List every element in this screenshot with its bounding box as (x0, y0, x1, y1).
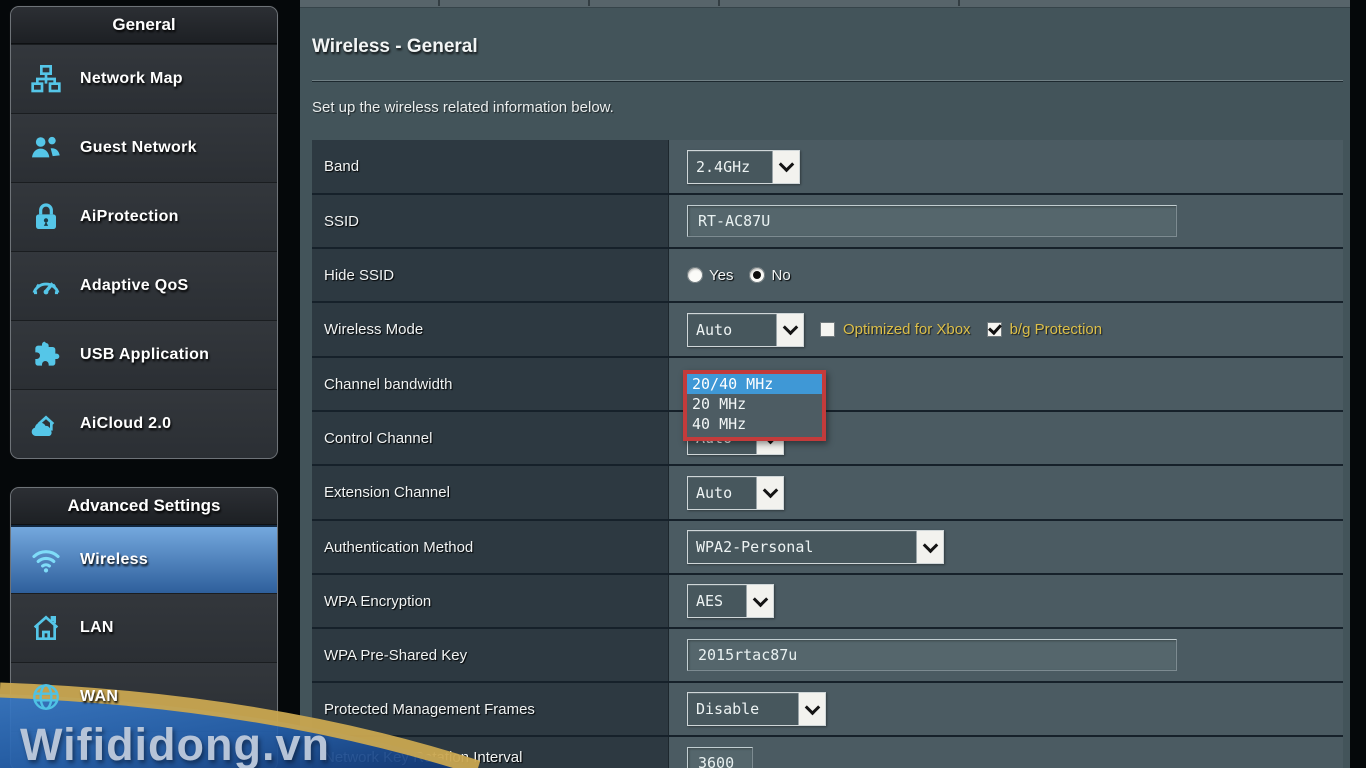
sidebar-item-guest-network[interactable]: Guest Network (11, 113, 277, 182)
sidebar-item-network-map[interactable]: Network Map (11, 44, 277, 113)
extension-channel-select[interactable]: Auto (687, 476, 784, 510)
puzzle-icon (25, 339, 67, 371)
gauge-icon (25, 270, 67, 302)
tab-separator-mark (438, 0, 440, 6)
sidebar-item-wan[interactable]: WAN (11, 662, 277, 731)
checkbox-label: b/g Protection (1010, 321, 1103, 338)
sidebar-item-adaptive-qos[interactable]: Adaptive QoS (11, 251, 277, 320)
field-label: Hide SSID (312, 249, 668, 301)
row-authentication-method: Authentication Method WPA2-Personal (312, 521, 1343, 575)
sidebar-group-general: General Network Map Guest Network AiProt… (10, 6, 278, 459)
field-label: Extension Channel (312, 466, 668, 519)
field-label: SSID (312, 195, 668, 247)
checkbox-label: Optimized for Xbox (843, 321, 971, 338)
sidebar-item-label: Network Map (80, 70, 183, 88)
guest-network-icon (25, 132, 67, 164)
row-hide-ssid: Hide SSID Yes No (312, 249, 1343, 303)
wireless-mode-select[interactable]: Auto (687, 313, 804, 347)
row-wpa-pre-shared-key: WPA Pre-Shared Key (312, 629, 1343, 683)
band-select[interactable]: 2.4GHz (687, 150, 800, 184)
wpa-pre-shared-key-input[interactable] (687, 639, 1177, 671)
field-label: Band (312, 140, 668, 193)
tab-separator-mark (718, 0, 720, 6)
page-subtitle: Set up the wireless related information … (312, 99, 614, 116)
sidebar-item-label: Adaptive QoS (80, 277, 189, 295)
wifi-icon (25, 543, 67, 577)
row-control-channel: Control Channel Auto (312, 412, 1343, 466)
main-panel: Wireless - General Set up the wireless r… (300, 0, 1350, 768)
chevron-down-icon (916, 531, 943, 563)
field-label: Wireless Mode (312, 303, 668, 356)
ssid-input[interactable] (687, 205, 1177, 237)
channel-bandwidth-open-dropdown: 20/40 MHz 20 MHz 40 MHz (683, 370, 826, 441)
row-channel-bandwidth: Channel bandwidth (312, 358, 1343, 412)
field-label: Protected Management Frames (312, 683, 668, 735)
chevron-down-icon (746, 585, 773, 617)
sidebar-item-wireless[interactable]: Wireless (11, 525, 277, 593)
wpa-encryption-select[interactable]: AES (687, 584, 774, 618)
page-title: Wireless - General (312, 36, 478, 58)
network-map-icon (25, 63, 67, 95)
row-protected-management-frames: Protected Management Frames Disable (312, 683, 1343, 737)
sidebar-item-label: Guest Network (80, 139, 197, 157)
top-strip (300, 0, 1350, 8)
row-extension-channel: Extension Channel Auto (312, 466, 1343, 521)
sidebar-group-advanced: Advanced Settings Wireless LAN WAN (10, 487, 278, 768)
globe-icon (25, 681, 67, 713)
radio-label: No (771, 267, 790, 284)
field-label: Channel bandwidth (312, 358, 668, 410)
router-admin-screen: General Network Map Guest Network AiProt… (0, 0, 1366, 768)
channel-bandwidth-option[interactable]: 20/40 MHz (687, 374, 822, 394)
authentication-method-select[interactable]: WPA2-Personal (687, 530, 944, 564)
network-key-rotation-interval-input[interactable] (687, 747, 753, 768)
sidebar-item-label: WAN (80, 688, 118, 706)
sidebar-item-lan[interactable]: LAN (11, 593, 277, 662)
chevron-down-icon (798, 693, 825, 725)
row-network-key-rotation-interval: Network Key Rotation Interval (312, 737, 1343, 768)
sidebar-item-label: Wireless (80, 551, 148, 569)
optimized-for-xbox-checkbox[interactable] (820, 322, 835, 337)
sidebar-item-aicloud[interactable]: AiCloud 2.0 (11, 389, 277, 458)
field-label: Network Key Rotation Interval (312, 737, 668, 768)
sidebar-item-label: LAN (80, 619, 114, 637)
sidebar-item-partial[interactable] (11, 731, 277, 768)
row-band: Band 2.4GHz (312, 140, 1343, 195)
field-label: WPA Pre-Shared Key (312, 629, 668, 681)
sidebar-item-label: USB Application (80, 346, 209, 364)
cloud-home-icon (25, 408, 67, 440)
sidebar-header-advanced: Advanced Settings (11, 488, 277, 525)
chevron-down-icon (776, 314, 803, 346)
hide-ssid-no-radio[interactable] (749, 267, 765, 283)
row-wpa-encryption: WPA Encryption AES (312, 575, 1343, 629)
lock-icon (25, 201, 67, 233)
sidebar-header-general: General (11, 7, 277, 44)
sidebar-item-label: AiProtection (80, 208, 179, 226)
title-divider (312, 80, 1343, 81)
row-wireless-mode: Wireless Mode Auto Optimized for Xbox b/… (312, 303, 1343, 358)
row-ssid: SSID (312, 195, 1343, 249)
field-label: Control Channel (312, 412, 668, 464)
tab-separator-mark (958, 0, 960, 6)
sidebar-item-label: AiCloud 2.0 (80, 415, 171, 433)
sidebar-item-aiprotection[interactable]: AiProtection (11, 182, 277, 251)
home-icon (25, 612, 67, 644)
field-label: WPA Encryption (312, 575, 668, 627)
chevron-down-icon (756, 477, 783, 509)
channel-bandwidth-option[interactable]: 40 MHz (687, 414, 822, 434)
channel-bandwidth-option[interactable]: 20 MHz (687, 394, 822, 414)
sidebar-item-usb-application[interactable]: USB Application (11, 320, 277, 389)
hide-ssid-yes-radio[interactable] (687, 267, 703, 283)
field-label: Authentication Method (312, 521, 668, 573)
radio-label: Yes (709, 267, 733, 284)
settings-table: Band 2.4GHz SSID Hide SSID (312, 140, 1343, 768)
sidebar: General Network Map Guest Network AiProt… (10, 6, 278, 768)
protected-management-frames-select[interactable]: Disable (687, 692, 826, 726)
chevron-down-icon (772, 151, 799, 183)
bg-protection-checkbox[interactable] (987, 322, 1002, 337)
tab-separator-mark (588, 0, 590, 6)
